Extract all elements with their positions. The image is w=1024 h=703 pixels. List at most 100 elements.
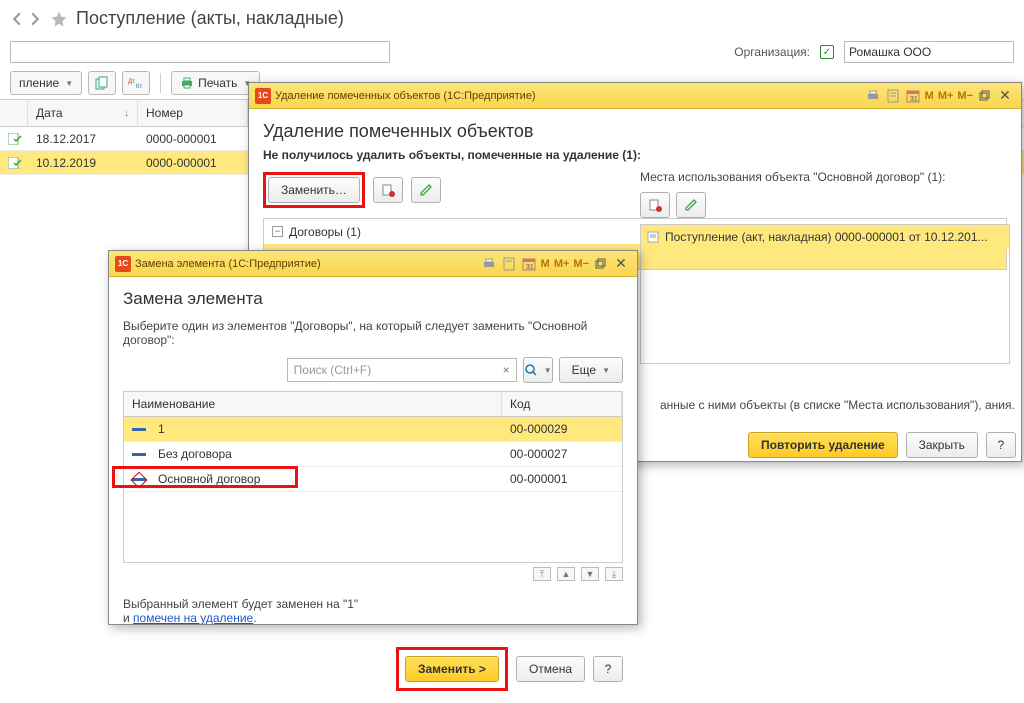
highlight-marker: Заменить… bbox=[263, 172, 365, 208]
usage-edit-doc-button[interactable] bbox=[640, 192, 670, 218]
titlebar-memory-mplus[interactable]: M+ bbox=[936, 90, 956, 102]
mark-for-delete-link[interactable]: помечен на удаление bbox=[133, 611, 253, 625]
page-title: Поступление (акты, накладные) bbox=[76, 8, 344, 29]
usage-list[interactable]: Поступление (акт, накладная) 0000-000001… bbox=[640, 224, 1010, 364]
delete-dialog-subtitle: Не получилось удалить объекты, помеченны… bbox=[263, 148, 1007, 162]
create-button-label: пление bbox=[19, 76, 59, 90]
titlebar-calc-icon[interactable] bbox=[885, 88, 901, 104]
nav-last-icon[interactable]: ⤓ bbox=[605, 567, 623, 581]
search-button[interactable]: ▼ bbox=[523, 357, 553, 383]
edit-pencil-button[interactable] bbox=[411, 177, 441, 203]
titlebar-print-icon[interactable] bbox=[481, 256, 497, 272]
copy-button[interactable] bbox=[88, 71, 116, 95]
grid-header-icon bbox=[0, 100, 28, 126]
delete-dialog-titlebar-text: Удаление помеченных объектов (1С:Предпри… bbox=[275, 90, 536, 102]
nav-up-icon[interactable]: ▲ bbox=[557, 567, 575, 581]
favorite-star-icon[interactable] bbox=[50, 10, 68, 28]
table-header-code[interactable]: Код bbox=[502, 392, 622, 416]
table-empty-space bbox=[124, 492, 622, 562]
usage-list-item-label: Поступление (акт, накладная) 0000-000001… bbox=[665, 230, 988, 244]
row-code: 00-000029 bbox=[502, 419, 622, 439]
replace-dialog-title: Замена элемента bbox=[123, 289, 623, 309]
delete-dialog-titlebar[interactable]: 1C Удаление помеченных объектов (1С:Пред… bbox=[249, 83, 1021, 109]
row-item-icon bbox=[132, 428, 146, 431]
titlebar-calendar-icon[interactable]: 31 bbox=[905, 88, 921, 104]
tree-collapse-icon[interactable]: − bbox=[272, 226, 283, 237]
titlebar-memory-m[interactable]: M bbox=[923, 90, 936, 102]
close-button[interactable]: Закрыть bbox=[906, 432, 978, 458]
titlebar-calendar-icon[interactable]: 31 bbox=[521, 256, 537, 272]
svg-text:31: 31 bbox=[910, 96, 918, 103]
filter-org-checkbox[interactable]: ✓ bbox=[820, 45, 834, 59]
titlebar-memory-m[interactable]: M bbox=[539, 258, 552, 270]
titlebar-restore-icon[interactable] bbox=[593, 256, 609, 272]
repeat-delete-button[interactable]: Повторить удаление bbox=[748, 432, 898, 458]
usage-list-item[interactable]: Поступление (акт, накладная) 0000-000001… bbox=[641, 225, 1009, 249]
create-button[interactable]: пление▼ bbox=[10, 71, 82, 95]
toolbar-separator bbox=[160, 73, 161, 93]
replace-footer-text: Выбранный элемент будет заменен на "1" и… bbox=[123, 597, 623, 625]
titlebar-close-icon[interactable]: ✕ bbox=[997, 88, 1013, 104]
filter-org-input[interactable]: Ромашка ООО bbox=[844, 41, 1014, 63]
grid-cell-date: 18.12.2017 bbox=[28, 129, 138, 149]
table-row[interactable]: Без договора 00-000027 bbox=[124, 442, 622, 467]
titlebar-close-icon[interactable]: ✕ bbox=[613, 256, 629, 272]
more-button[interactable]: Еще▼ bbox=[559, 357, 623, 383]
svg-text:31: 31 bbox=[526, 264, 534, 271]
row-item-icon bbox=[132, 453, 146, 456]
nav-arrows bbox=[10, 12, 42, 26]
titlebar-restore-icon[interactable] bbox=[977, 88, 993, 104]
grid-cell-number: 0000-000001 bbox=[138, 153, 248, 173]
tree-group-label: Договоры (1) bbox=[289, 225, 361, 239]
app-logo-icon: 1C bbox=[255, 88, 271, 104]
grid-header-number[interactable]: Номер bbox=[138, 100, 248, 126]
replace-dialog-titlebar[interactable]: 1C Замена элемента (1С:Предприятие) 31 M… bbox=[109, 251, 637, 277]
replace-dialog-titlebar-text: Замена элемента (1С:Предприятие) bbox=[135, 258, 321, 270]
nav-down-icon[interactable]: ▼ bbox=[581, 567, 599, 581]
titlebar-memory-mminus[interactable]: M− bbox=[571, 258, 591, 270]
titlebar-print-icon[interactable] bbox=[865, 88, 881, 104]
replace-dialog-body: Замена элемента Выберите один из элемент… bbox=[109, 277, 637, 703]
cancel-button[interactable]: Отмена bbox=[516, 656, 585, 682]
titlebar-memory-mminus[interactable]: M− bbox=[955, 90, 975, 102]
dtkr-button[interactable]: ДтКт bbox=[122, 71, 150, 95]
search-placeholder: Поиск (Ctrl+F) bbox=[294, 363, 372, 377]
row-name: 1 bbox=[158, 422, 165, 436]
table-row[interactable]: 1 00-000029 bbox=[124, 417, 622, 442]
grid-cell-date: 10.12.2019 bbox=[28, 153, 138, 173]
doc-status-icon bbox=[0, 130, 28, 148]
usage-edit-pencil-button[interactable] bbox=[676, 192, 706, 218]
search-input[interactable]: Поиск (Ctrl+F) × bbox=[287, 358, 517, 382]
nav-back-icon[interactable] bbox=[10, 12, 24, 26]
titlebar-memory-mplus[interactable]: M+ bbox=[552, 258, 572, 270]
print-button-label: Печать bbox=[198, 76, 237, 90]
filter-contractor-input[interactable] bbox=[10, 41, 390, 63]
table-row[interactable]: Основной договор 00-000001 bbox=[124, 467, 622, 492]
filter-org-label: Организация: bbox=[734, 45, 810, 59]
nav-forward-icon[interactable] bbox=[28, 12, 42, 26]
edit-doc-button[interactable] bbox=[373, 177, 403, 203]
do-replace-button[interactable]: Заменить > bbox=[405, 656, 499, 682]
table-header: Наименование Код bbox=[124, 392, 622, 417]
delete-dialog-title: Удаление помеченных объектов bbox=[263, 121, 1007, 142]
help-button[interactable]: ? bbox=[986, 432, 1016, 458]
help-button[interactable]: ? bbox=[593, 656, 623, 682]
usage-pane: Места использования объекта "Основной до… bbox=[640, 170, 1010, 364]
doc-icon bbox=[647, 231, 659, 243]
page-header: Поступление (акты, накладные) bbox=[0, 0, 1024, 37]
svg-text:Кт: Кт bbox=[136, 84, 142, 89]
search-clear-icon[interactable]: × bbox=[503, 363, 510, 377]
table-header-name[interactable]: Наименование bbox=[124, 392, 502, 416]
row-name: Без договора bbox=[158, 447, 232, 461]
sort-indicator-icon: ↓ bbox=[124, 108, 129, 119]
grid-cell-number: 0000-000001 bbox=[138, 129, 248, 149]
delete-dialog-footer-text: анные с ними объекты (в списке "Места ис… bbox=[660, 398, 1020, 412]
nav-first-icon[interactable]: ⤒ bbox=[533, 567, 551, 581]
grid-header-date[interactable]: Дата↓ bbox=[28, 100, 138, 126]
print-button[interactable]: Печать▼ bbox=[171, 71, 260, 95]
titlebar-calc-icon[interactable] bbox=[501, 256, 517, 272]
usage-pane-label: Места использования объекта "Основной до… bbox=[640, 170, 1010, 184]
filter-row: Организация: ✓ Ромашка ООО bbox=[0, 37, 1024, 67]
replace-button[interactable]: Заменить… bbox=[268, 177, 360, 203]
highlight-marker bbox=[112, 466, 298, 488]
